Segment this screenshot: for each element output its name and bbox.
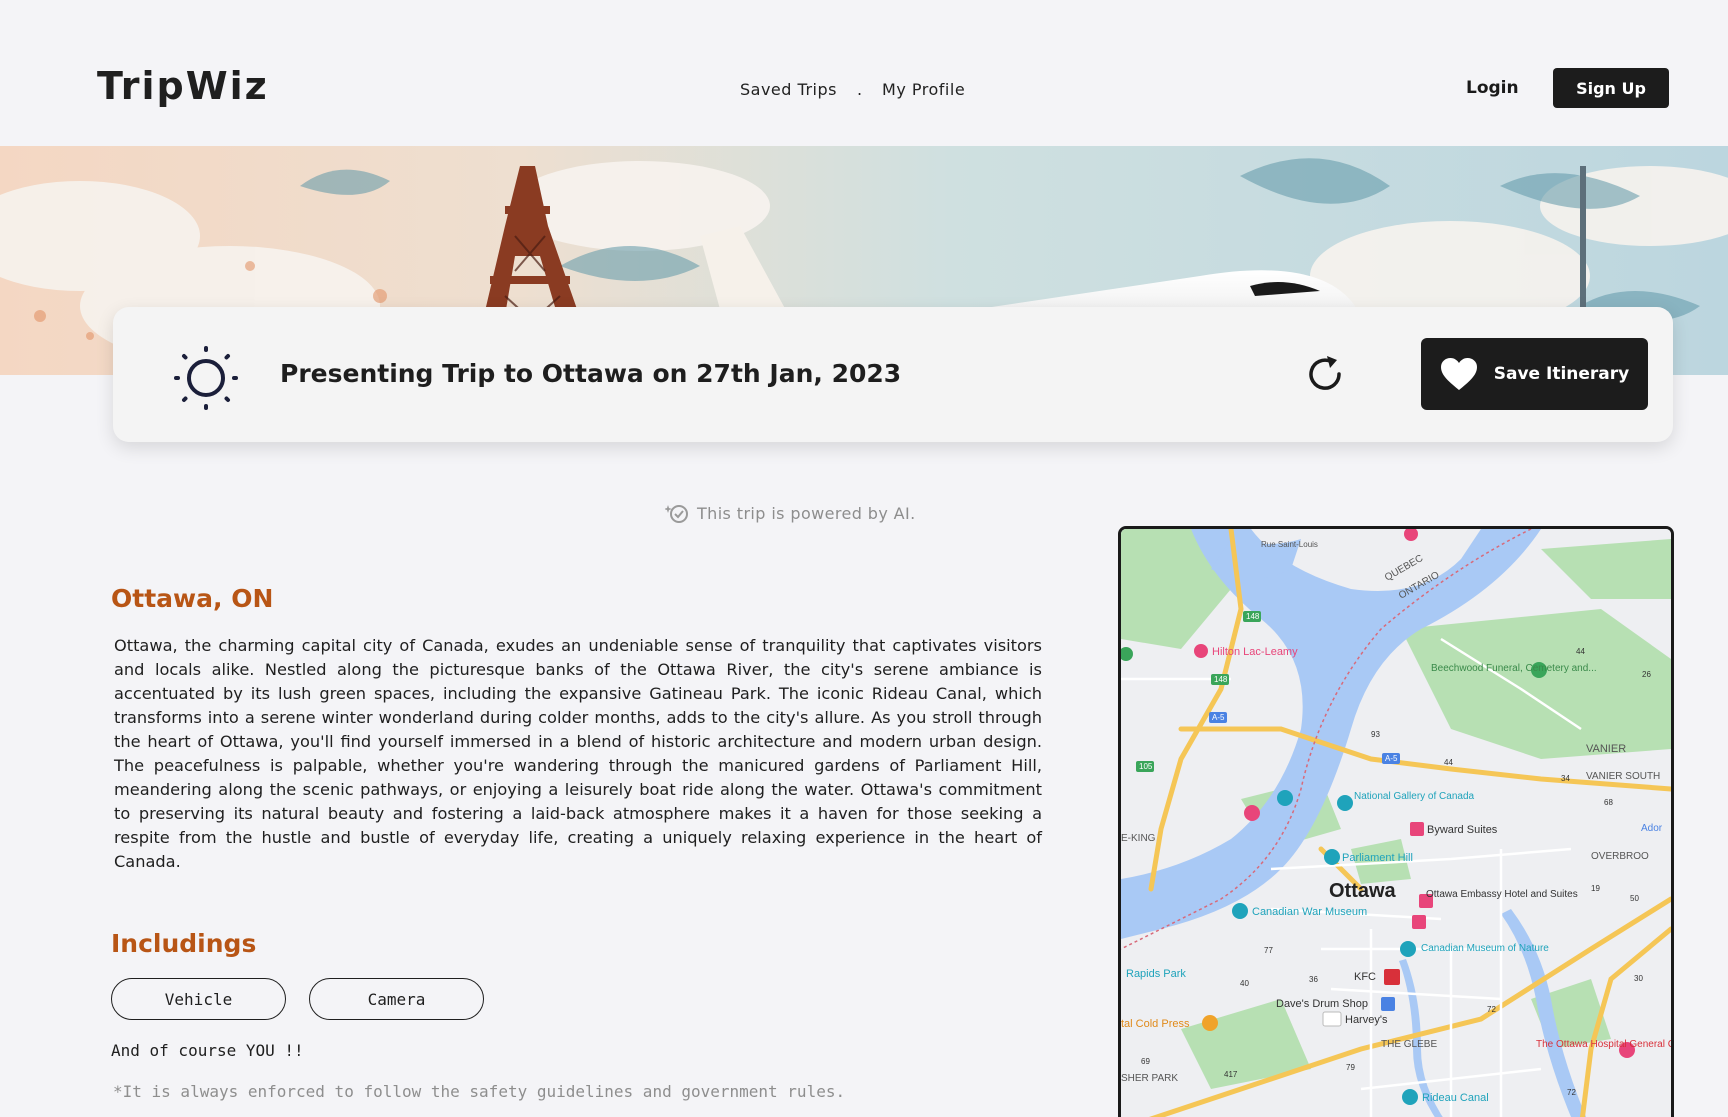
trip-title: Presenting Trip to Ottawa on 27th Jan, 2…: [280, 359, 902, 388]
nav-separator: .: [856, 80, 863, 99]
map-label-the-glebe: THE GLEBE: [1381, 1039, 1437, 1050]
map-label-cold-press: tal Cold Press: [1121, 1018, 1190, 1030]
map-label-vanier-south: VANIER SOUTH: [1586, 771, 1660, 782]
map-label-daves-drum-shop: Dave's Drum Shop: [1276, 998, 1368, 1010]
save-itinerary-label: Save Itinerary: [1493, 364, 1630, 384]
svg-text:148: 148: [1246, 612, 1260, 621]
svg-text:30: 30: [1634, 974, 1643, 983]
map-label-kfc: KFC: [1354, 971, 1376, 983]
svg-text:72: 72: [1487, 1005, 1496, 1014]
powered-by-text: This trip is powered by AI.: [697, 503, 916, 523]
trip-summary-card: Presenting Trip to Ottawa on 27th Jan, 2…: [113, 307, 1673, 442]
map-label-rue-saint-louis: Rue Saint-Louis: [1261, 540, 1318, 549]
map-label-e-king: E-KING: [1121, 833, 1156, 844]
save-itinerary-button[interactable]: Save Itinerary: [1421, 338, 1648, 410]
top-header: TripWiz Saved Trips . My Profile Login S…: [0, 0, 1728, 146]
nav-saved-trips[interactable]: Saved Trips: [740, 80, 837, 99]
map-label-national-gallery: National Gallery of Canada: [1354, 791, 1475, 802]
sun-icon: [174, 346, 238, 410]
map-label-ottawa-hospital: The Ottawa Hospital General Campus: [1536, 1039, 1671, 1050]
including-chip-vehicle[interactable]: Vehicle: [111, 978, 286, 1020]
ai-sparkle-icon: [665, 505, 688, 523]
and-you-text: And of course YOU !!: [111, 1041, 304, 1060]
svg-text:50: 50: [1630, 894, 1639, 903]
city-title: Ottawa, ON: [111, 584, 274, 613]
map-view[interactable]: Rue Saint-Louis Hilton Lac-Leamy QUEBEC …: [1118, 526, 1674, 1117]
nav-my-profile[interactable]: My Profile: [882, 80, 965, 99]
logo[interactable]: TripWiz: [97, 64, 269, 108]
map-label-sher-park: SHER PARK: [1121, 1073, 1178, 1084]
includings-title: Includings: [111, 929, 257, 958]
login-link[interactable]: Login: [1466, 78, 1519, 98]
safety-note: *It is always enforced to follow the saf…: [113, 1082, 846, 1101]
svg-text:105: 105: [1139, 762, 1153, 771]
svg-text:A-5: A-5: [1212, 713, 1225, 722]
map-label-hilton: Hilton Lac-Leamy: [1212, 646, 1298, 658]
svg-text:A-5: A-5: [1385, 754, 1398, 763]
svg-text:77: 77: [1264, 946, 1273, 955]
svg-text:417: 417: [1224, 1070, 1238, 1079]
map-label-vanier: VANIER: [1586, 743, 1626, 755]
signup-button[interactable]: Sign Up: [1553, 68, 1669, 108]
map-label-ador: Ador: [1641, 823, 1663, 834]
heart-icon: [1440, 358, 1477, 390]
map-label-war-museum: Canadian War Museum: [1252, 906, 1367, 918]
svg-text:148: 148: [1214, 675, 1228, 684]
svg-text:93: 93: [1371, 730, 1380, 739]
map-label-parliament-hill: Parliament Hill: [1342, 852, 1413, 864]
svg-text:40: 40: [1240, 979, 1249, 988]
map-label-harveys: Harvey's: [1345, 1014, 1388, 1026]
svg-text:44: 44: [1576, 647, 1585, 656]
refresh-icon[interactable]: [1303, 352, 1347, 396]
svg-text:26: 26: [1642, 670, 1651, 679]
svg-text:69: 69: [1141, 1057, 1150, 1066]
map-label-beechwood: Beechwood Funeral, Cemetery and...: [1431, 663, 1597, 674]
map-label-byward-suites: Byward Suites: [1427, 824, 1498, 836]
map-label-rapids-park: Rapids Park: [1126, 968, 1186, 980]
map-label-overbrook: OVERBROO: [1591, 851, 1649, 862]
map-label-city: Ottawa: [1329, 880, 1397, 902]
svg-text:79: 79: [1346, 1063, 1355, 1072]
map-label-museum-nature: Canadian Museum of Nature: [1421, 943, 1549, 954]
city-description: Ottawa, the charming capital city of Can…: [114, 636, 1042, 871]
map-label-embassy-hotel: Ottawa Embassy Hotel and Suites: [1426, 889, 1578, 900]
svg-text:36: 36: [1309, 975, 1318, 984]
main-nav: Saved Trips . My Profile: [740, 80, 965, 99]
svg-text:44: 44: [1444, 758, 1453, 767]
svg-text:19: 19: [1591, 884, 1600, 893]
svg-text:72: 72: [1567, 1088, 1576, 1097]
map-label-rideau-canal: Rideau Canal: [1422, 1092, 1489, 1104]
svg-text:34: 34: [1561, 774, 1570, 783]
svg-text:68: 68: [1604, 798, 1613, 807]
powered-by-ai-note: This trip is powered by AI.: [665, 502, 916, 524]
including-chip-camera[interactable]: Camera: [309, 978, 484, 1020]
